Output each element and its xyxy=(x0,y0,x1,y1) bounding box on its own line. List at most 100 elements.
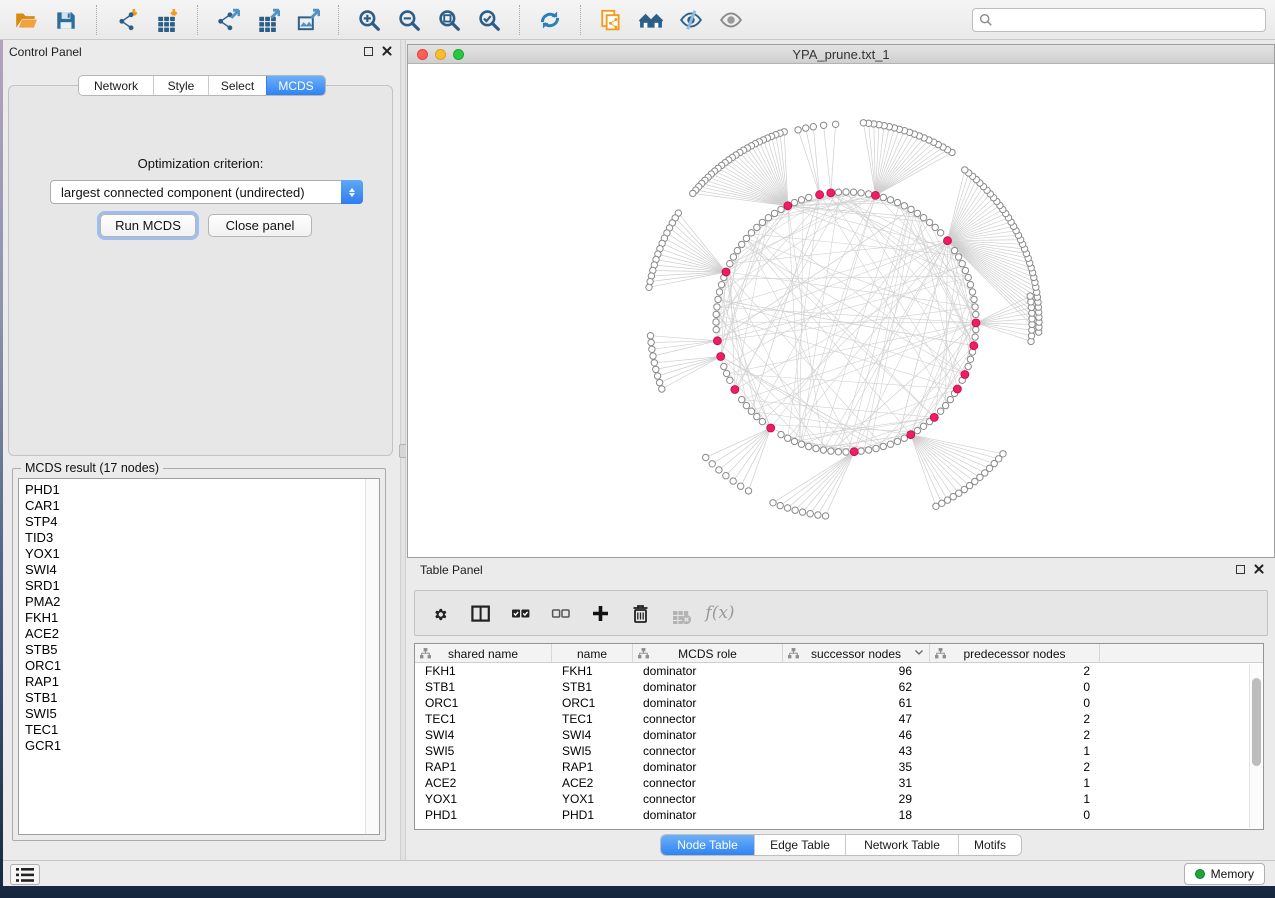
column-header-MCDS-role[interactable]: MCDS role xyxy=(633,644,783,663)
tab-network-table[interactable]: Network Table xyxy=(845,835,958,855)
network-node[interactable] xyxy=(835,449,841,455)
satellite-node[interactable] xyxy=(860,120,866,126)
mcds-hub-node[interactable] xyxy=(827,189,835,197)
satellite-node[interactable] xyxy=(799,509,805,515)
network-node[interactable] xyxy=(887,441,893,447)
mcds-hub-node[interactable] xyxy=(767,424,775,432)
network-node[interactable] xyxy=(835,189,841,195)
mcds-hub-node[interactable] xyxy=(850,448,858,456)
network-node[interactable] xyxy=(754,413,760,419)
import-network-button[interactable] xyxy=(107,2,147,38)
network-node[interactable] xyxy=(715,296,721,302)
mcds-hub-node[interactable] xyxy=(731,386,739,394)
mcds-hub-node[interactable] xyxy=(961,371,969,379)
mcds-result-item[interactable]: SRD1 xyxy=(19,578,364,594)
network-node[interactable] xyxy=(820,447,826,453)
satellite-node[interactable] xyxy=(962,167,968,173)
network-node[interactable] xyxy=(754,224,760,230)
table-scrollbar-thumb[interactable] xyxy=(1252,678,1261,766)
network-node[interactable] xyxy=(951,247,957,253)
network-node[interactable] xyxy=(791,438,797,444)
network-node[interactable] xyxy=(901,203,907,209)
network-node[interactable] xyxy=(718,282,724,288)
mcds-result-item[interactable]: GCR1 xyxy=(19,738,364,754)
refresh-button[interactable] xyxy=(530,2,570,38)
network-node[interactable] xyxy=(727,377,733,383)
mcds-result-item[interactable]: PMA2 xyxy=(19,594,364,610)
table-row[interactable]: TEC1TEC1connector472 xyxy=(415,711,1249,727)
network-window-titlebar[interactable]: YPA_prune.txt_1 xyxy=(408,45,1274,64)
task-history-button[interactable] xyxy=(10,864,40,885)
satellite-node[interactable] xyxy=(745,488,751,494)
export-image-button[interactable] xyxy=(288,2,328,38)
network-node[interactable] xyxy=(865,191,871,197)
satellite-node[interactable] xyxy=(807,511,813,517)
satellite-node[interactable] xyxy=(650,353,656,359)
network-node[interactable] xyxy=(716,289,722,295)
satellite-node[interactable] xyxy=(795,127,801,133)
satellite-node[interactable] xyxy=(784,505,790,511)
network-node[interactable] xyxy=(743,235,749,241)
mcds-result-item[interactable]: TID3 xyxy=(19,530,364,546)
network-node[interactable] xyxy=(798,197,804,203)
mcds-result-item[interactable]: PHD1 xyxy=(19,482,364,498)
table-row[interactable]: ACE2ACE2connector311 xyxy=(415,775,1249,791)
network-node[interactable] xyxy=(791,199,797,205)
satellite-node[interactable] xyxy=(832,121,838,127)
satellite-node[interactable] xyxy=(810,124,816,130)
satellite-node[interactable] xyxy=(738,483,744,489)
network-node[interactable] xyxy=(748,230,754,236)
eye-button[interactable] xyxy=(711,2,751,38)
run-mcds-button[interactable]: Run MCDS xyxy=(100,214,196,237)
network-node[interactable] xyxy=(748,408,754,414)
satellite-node[interactable] xyxy=(647,333,653,339)
satellite-node[interactable] xyxy=(822,513,828,519)
satellite-node[interactable] xyxy=(803,125,809,131)
zoom-fit-button[interactable] xyxy=(429,2,469,38)
network-node[interactable] xyxy=(713,319,719,325)
network-node[interactable] xyxy=(858,448,864,454)
mcds-result-item[interactable]: TEC1 xyxy=(19,722,364,738)
satellite-node[interactable] xyxy=(656,379,662,385)
network-node[interactable] xyxy=(965,274,971,280)
zoom-out-button[interactable] xyxy=(389,2,429,38)
network-node[interactable] xyxy=(965,363,971,369)
mcds-hub-node[interactable] xyxy=(722,268,730,276)
network-node[interactable] xyxy=(926,219,932,225)
satellite-node[interactable] xyxy=(690,190,696,196)
network-node[interactable] xyxy=(955,254,961,260)
network-node[interactable] xyxy=(730,254,736,260)
network-node[interactable] xyxy=(778,431,784,437)
mcds-result-item[interactable]: ACE2 xyxy=(19,626,364,642)
network-node[interactable] xyxy=(843,189,849,195)
save-session-button[interactable] xyxy=(46,2,86,38)
network-node[interactable] xyxy=(828,448,834,454)
network-node[interactable] xyxy=(973,311,979,317)
close-panel-icon[interactable] xyxy=(382,46,392,56)
mcds-hub-node[interactable] xyxy=(930,413,938,421)
column-header-shared-name[interactable]: shared name xyxy=(415,644,552,663)
copy-network-button[interactable] xyxy=(591,2,631,38)
mcds-result-item[interactable]: SWI5 xyxy=(19,706,364,722)
satellite-node[interactable] xyxy=(777,502,783,508)
network-node[interactable] xyxy=(734,247,740,253)
satellite-node[interactable] xyxy=(651,360,657,366)
network-node[interactable] xyxy=(858,190,864,196)
zoom-selected-button[interactable] xyxy=(469,2,509,38)
network-node[interactable] xyxy=(932,224,938,230)
mcds-result-item[interactable]: RAP1 xyxy=(19,674,364,690)
mcds-result-item[interactable]: FKH1 xyxy=(19,610,364,626)
table-row[interactable]: ORC1ORC1dominator610 xyxy=(415,695,1249,711)
satellite-node[interactable] xyxy=(648,339,654,345)
close-panel-button[interactable]: Close panel xyxy=(208,214,312,237)
tab-mcds[interactable]: MCDS xyxy=(266,76,325,95)
network-node[interactable] xyxy=(914,210,920,216)
network-node[interactable] xyxy=(713,311,719,317)
network-node[interactable] xyxy=(914,427,920,433)
network-node[interactable] xyxy=(967,282,973,288)
memory-button[interactable]: Memory xyxy=(1184,863,1265,885)
satellite-node[interactable] xyxy=(709,461,715,467)
mcds-result-item[interactable]: YOX1 xyxy=(19,546,364,562)
network-node[interactable] xyxy=(887,197,893,203)
network-node[interactable] xyxy=(873,445,879,451)
